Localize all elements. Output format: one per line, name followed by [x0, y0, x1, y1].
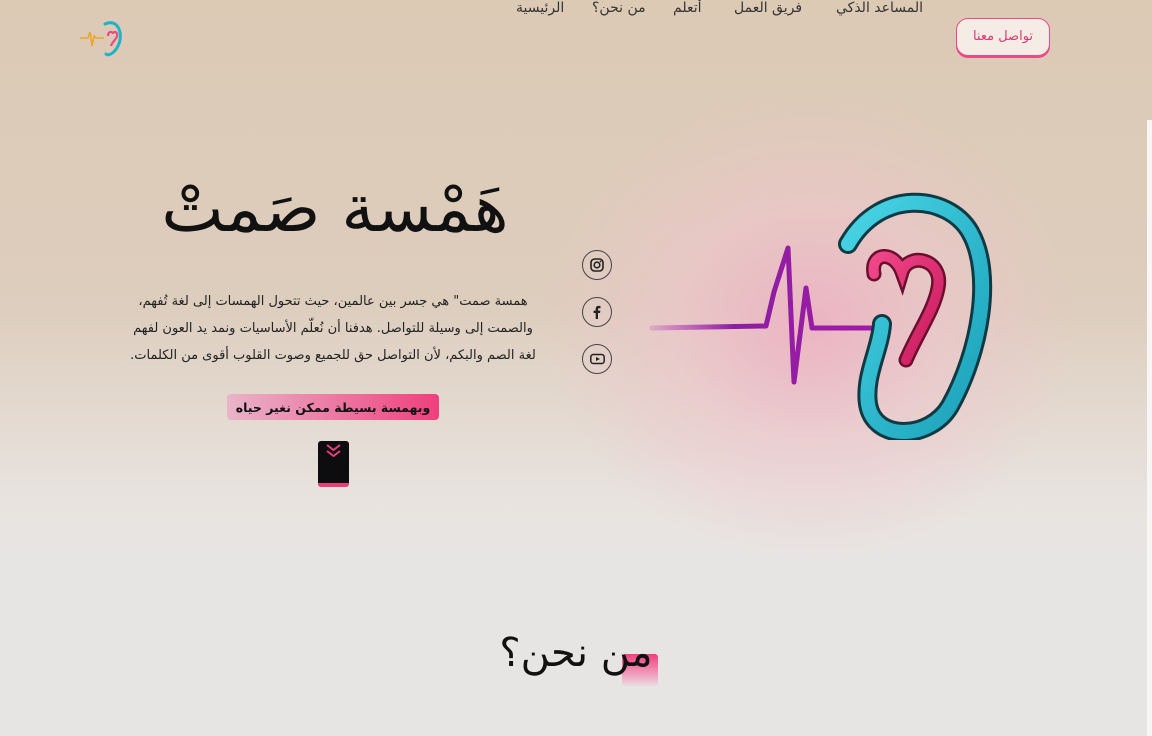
youtube-link[interactable]: [582, 344, 612, 374]
instagram-link[interactable]: [582, 250, 612, 280]
site-logo[interactable]: [78, 16, 124, 60]
hero-tagline: وبهمسة بسيطة ممكن نغير حياه: [227, 394, 439, 420]
page-scrollbar[interactable]: [1147, 120, 1152, 736]
contact-button[interactable]: تواصل معنا: [956, 18, 1050, 56]
nav-link-learn[interactable]: أتعلم: [673, 0, 702, 16]
chevron-double-down-icon: [326, 444, 341, 458]
hero-title: هَمْسة صَمتْ: [161, 170, 509, 247]
nav-link-home[interactable]: الرئيسية: [516, 0, 564, 16]
nav-link-team[interactable]: فريق العمل: [734, 0, 802, 16]
nav-link-about[interactable]: من نحن؟: [592, 0, 646, 16]
nav-link-assistant[interactable]: المساعد الذكي: [836, 0, 923, 16]
about-section-title: من نحن؟: [499, 630, 653, 676]
hero-paragraph: همسة صمت" هي جسر بين عالمين، حيث تتحول ا…: [130, 294, 536, 363]
scroll-down-button[interactable]: [318, 441, 349, 487]
hero-logo-illustration: [649, 192, 993, 440]
facebook-icon: [593, 305, 601, 319]
facebook-link[interactable]: [582, 297, 612, 327]
youtube-icon: [589, 353, 605, 365]
instagram-icon: [590, 258, 604, 272]
